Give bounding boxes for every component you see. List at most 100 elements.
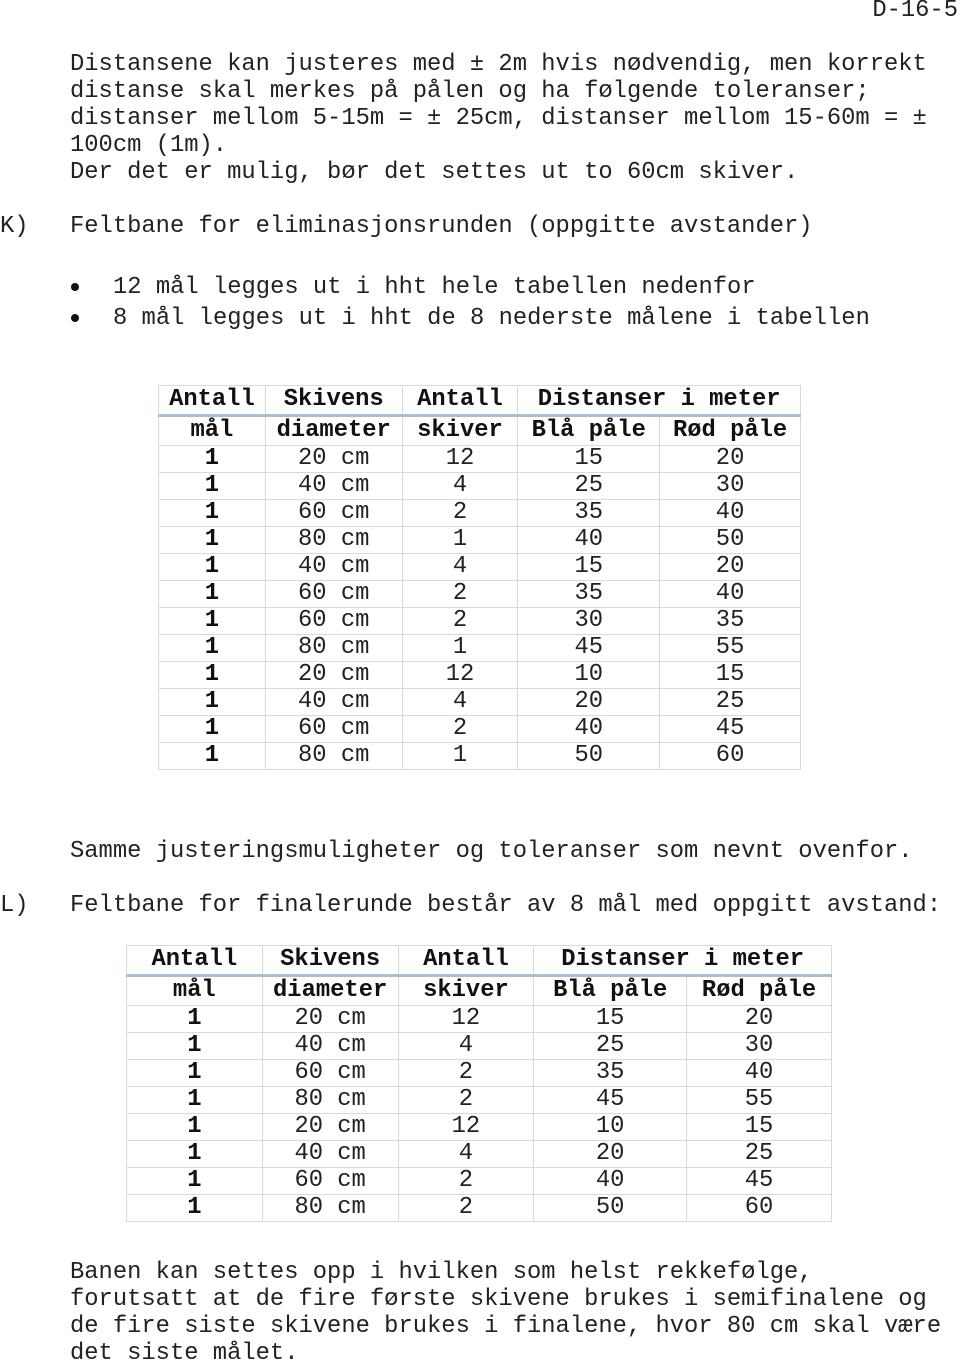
table-cell: 40 cm <box>264 472 403 500</box>
table-cell: 15 <box>533 1005 688 1033</box>
intro-line: 100cm (1m). <box>70 132 228 159</box>
section-k-title: Feltbane for eliminasjonsrunden (oppgitt… <box>70 213 813 240</box>
intro-line: distanser mellom 5-15m = ± 25cm, distans… <box>70 105 927 132</box>
table-cell: 12 <box>397 1113 535 1141</box>
table-cell: 25 <box>686 1140 832 1168</box>
table-row: 1 20 cm 12 10 15 <box>158 661 801 689</box>
table-cell: 2 <box>397 1059 535 1087</box>
table-row: 1 60 cm 2 40 45 <box>126 1167 832 1195</box>
table-cell: 1 <box>126 1059 263 1087</box>
table-cell: 20 cm <box>261 1113 399 1141</box>
final-table: Antall Skivens Antall Distanser i meter mål d… <box>126 945 832 1222</box>
table-row: 1 40 cm 4 15 20 <box>158 553 801 581</box>
table-cell: 45 <box>659 715 801 743</box>
intro-line: Der det er mulig, bør det settes ut to 6… <box>70 159 799 186</box>
table-row: 1 40 cm 4 20 25 <box>126 1140 832 1168</box>
table-cell: 20 <box>659 445 801 473</box>
table-cell: 1 <box>158 499 266 527</box>
table-cell: 50 <box>517 742 661 770</box>
table-cell: 25 <box>517 472 661 500</box>
table-cell: 10 <box>517 661 661 689</box>
table-cell: 40 cm <box>261 1032 399 1060</box>
table-cell: 60 cm <box>261 1059 399 1087</box>
table-row: 1 40 cm 4 25 30 <box>126 1032 832 1060</box>
table-cell: Rød påle <box>686 975 832 1006</box>
table-cell: 25 <box>533 1032 688 1060</box>
table-cell: 15 <box>659 661 801 689</box>
table-cell: mål <box>158 415 266 446</box>
table-cell: 12 <box>401 445 519 473</box>
table-cell: skiver <box>401 415 519 446</box>
section-l-label: L) <box>0 892 29 919</box>
table-row: 1 80 cm 1 40 50 <box>158 526 801 554</box>
table-cell: 1 <box>126 1167 263 1195</box>
table-cell: 1 <box>158 661 266 689</box>
table-cell: 1 <box>158 553 266 581</box>
table-cell: 30 <box>659 472 801 500</box>
table-cell: 60 cm <box>264 715 403 743</box>
table-header-row: Antall Skivens Antall Distanser i meter <box>158 385 801 417</box>
table-cell: Skivens <box>264 385 403 417</box>
table-cell: 35 <box>517 580 661 608</box>
intro-line: distanse skal merkes på pålen og ha følg… <box>70 78 870 105</box>
table-cell: 4 <box>401 553 519 581</box>
elimination-table: Antall Skivens Antall Distanser i meter mål d… <box>158 385 801 770</box>
table-cell: 60 cm <box>264 580 403 608</box>
table-cell: 1 <box>126 1113 263 1141</box>
table-cell: 20 <box>659 553 801 581</box>
table-cell: 15 <box>517 445 661 473</box>
bullet-item: 12 mål legges ut i hht hele tabellen ned… <box>113 274 756 301</box>
table-cell: 1 <box>126 1140 263 1168</box>
table-cell: 45 <box>533 1086 688 1114</box>
table-cell: Distanser i meter <box>533 945 832 977</box>
table-cell: 60 cm <box>264 499 403 527</box>
table-cell: 60 <box>659 742 801 770</box>
table-cell: 35 <box>659 607 801 635</box>
table-cell: 40 cm <box>261 1140 399 1168</box>
closing-line: det siste målet. <box>70 1340 299 1367</box>
table-cell: 80 cm <box>261 1086 399 1114</box>
table-cell: 40 <box>533 1167 688 1195</box>
table-cell: 40 <box>686 1059 832 1087</box>
table-cell: 35 <box>533 1059 688 1087</box>
table-cell: 30 <box>517 607 661 635</box>
table-row: 1 60 cm 2 35 40 <box>126 1059 832 1087</box>
intro-line: Distansene kan justeres med ± 2m hvis nø… <box>70 51 927 78</box>
table-cell: 25 <box>659 688 801 716</box>
table-row: 1 20 cm 12 15 20 <box>126 1005 832 1033</box>
table-cell: 12 <box>401 661 519 689</box>
table-cell: 60 cm <box>264 607 403 635</box>
table-cell: 1 <box>158 526 266 554</box>
table-cell: 2 <box>401 607 519 635</box>
table-cell: 45 <box>686 1167 832 1195</box>
table-cell: 1 <box>158 715 266 743</box>
table-cell: 20 <box>517 688 661 716</box>
table-cell: 10 <box>533 1113 688 1141</box>
table-cell: 1 <box>401 742 519 770</box>
table-cell: 80 cm <box>264 634 403 662</box>
table-cell: 2 <box>401 499 519 527</box>
table-cell: 2 <box>397 1086 535 1114</box>
table-row: 1 80 cm 2 50 60 <box>126 1194 832 1222</box>
table-row: 1 40 cm 4 20 25 <box>158 688 801 716</box>
table-cell: 1 <box>158 580 266 608</box>
table-cell: Antall <box>126 945 263 977</box>
table-cell: Skivens <box>261 945 399 977</box>
table-cell: Distanser i meter <box>517 385 801 417</box>
table-cell: 20 cm <box>264 445 403 473</box>
table-cell: 40 cm <box>264 688 403 716</box>
table-header-row: mål diameter skiver Blå påle Rød påle <box>126 975 832 1006</box>
table-cell: 50 <box>659 526 801 554</box>
table-row: 1 80 cm 1 50 60 <box>158 742 801 770</box>
table-cell: 35 <box>517 499 661 527</box>
table-cell: 1 <box>126 1194 263 1222</box>
table-cell: 80 cm <box>264 742 403 770</box>
table-cell: Antall <box>158 385 266 417</box>
table-cell: Rød påle <box>659 415 801 446</box>
table-cell: 30 <box>686 1032 832 1060</box>
section-k-note: Samme justeringsmuligheter og toleranser… <box>70 838 913 865</box>
table-cell: 60 <box>686 1194 832 1222</box>
table-cell: 40 <box>517 715 661 743</box>
table-cell: 50 <box>533 1194 688 1222</box>
table-row: 1 60 cm 2 35 40 <box>158 499 801 527</box>
